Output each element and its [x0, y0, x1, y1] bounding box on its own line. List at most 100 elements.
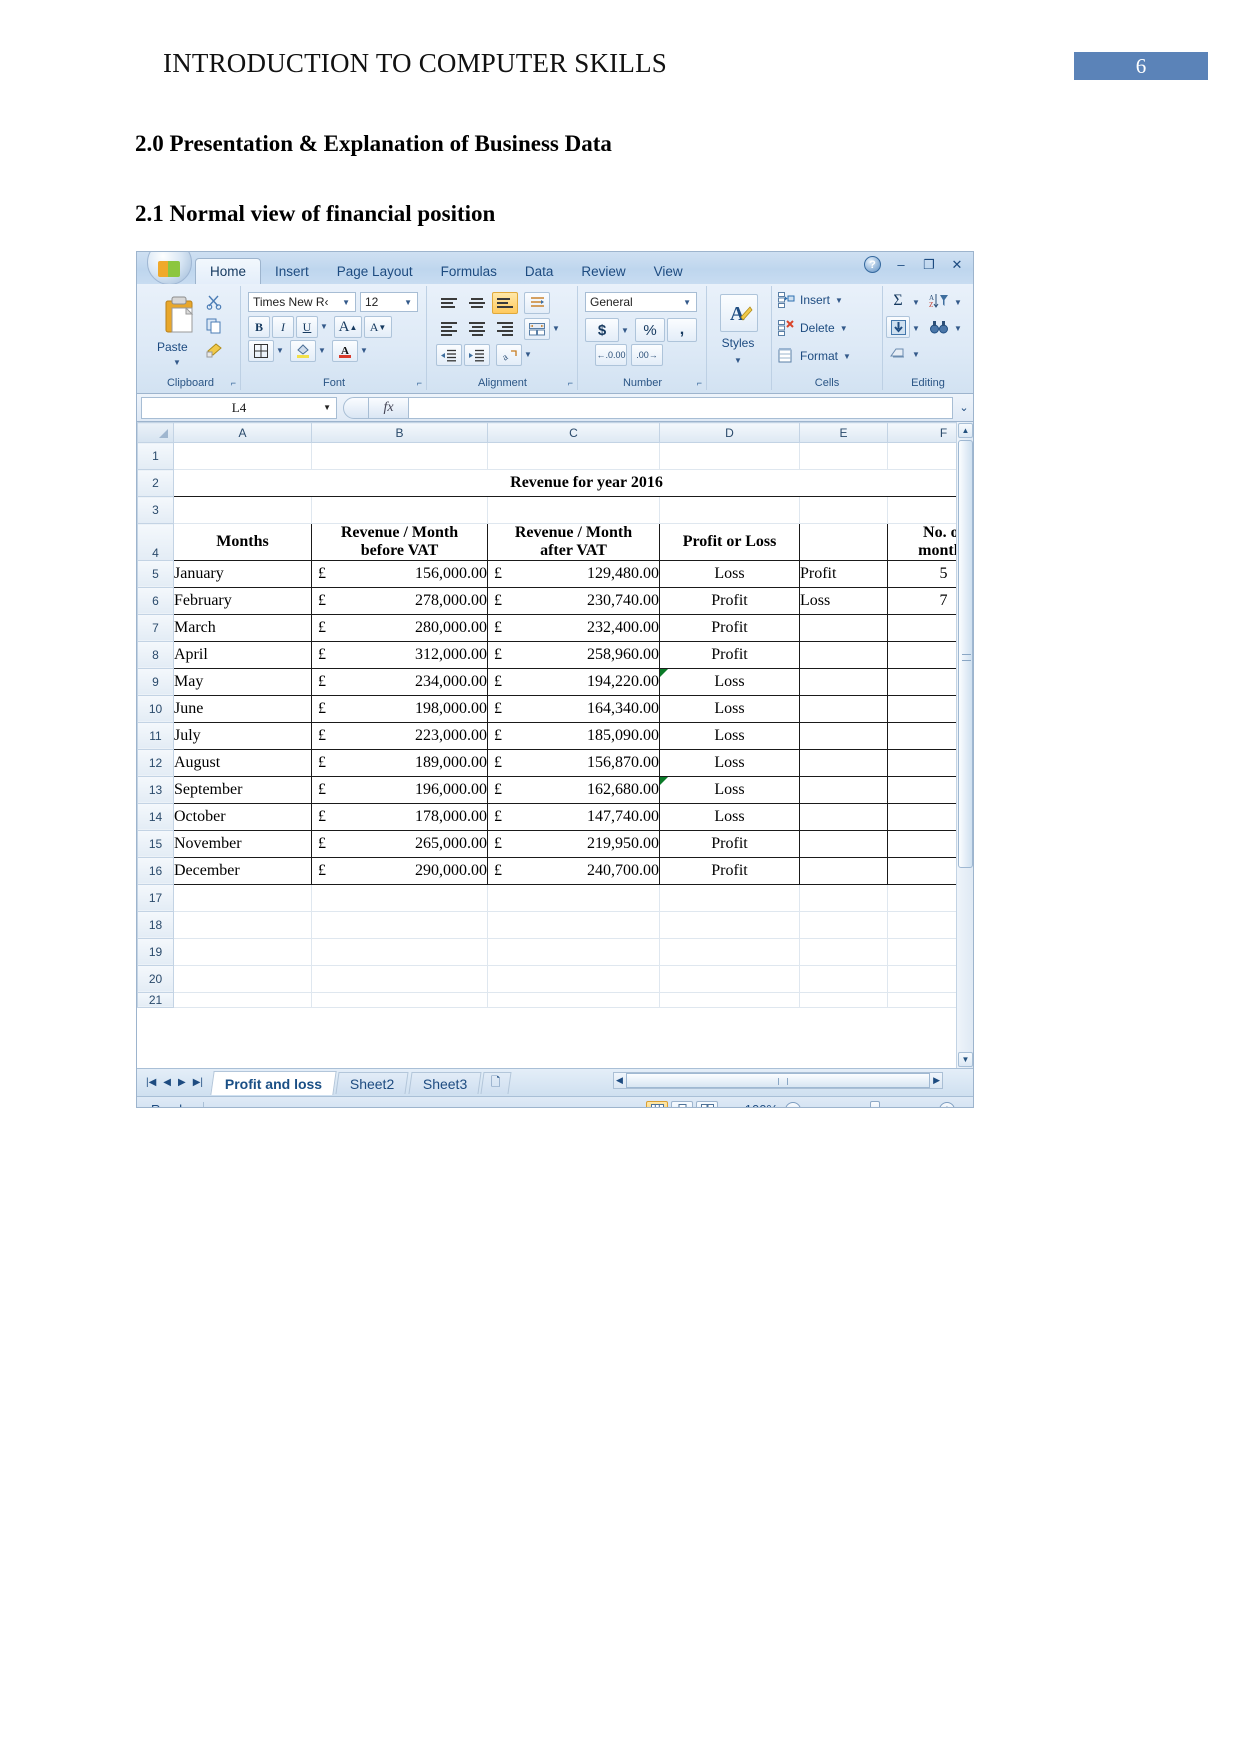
cell-e9[interactable]	[799, 667, 888, 696]
cell-a19[interactable]	[173, 938, 312, 966]
alignment-dialog-launcher-icon[interactable]: ⌐	[568, 378, 573, 388]
paste-label[interactable]: Paste	[157, 340, 188, 354]
cell-e20[interactable]	[799, 965, 888, 993]
expand-formula-bar-icon[interactable]: ⌄	[955, 401, 973, 414]
cell-a6-month[interactable]: February	[173, 586, 312, 615]
cell-b10-before[interactable]: £198,000.00	[311, 694, 488, 723]
borders-icon[interactable]	[248, 340, 274, 362]
cell-c4-after-vat[interactable]: Revenue / Month after VAT	[487, 523, 660, 561]
cell-d6-status[interactable]: Profit	[659, 586, 800, 615]
row-header-2[interactable]: 2	[137, 469, 174, 497]
row-header-8[interactable]: 8	[137, 640, 174, 669]
grow-font-button[interactable]: A ▲	[334, 316, 362, 338]
page-break-view-icon[interactable]	[696, 1100, 718, 1107]
cell-a8-month[interactable]: April	[173, 640, 312, 669]
cell-f7[interactable]	[887, 613, 956, 642]
cell-d4-profit-or-loss[interactable]: Profit or Loss	[659, 523, 800, 561]
cell-c11-after[interactable]: £185,090.00	[487, 721, 660, 750]
cell-f16[interactable]	[887, 856, 956, 885]
fill-color-chevron-down-icon[interactable]: ▼	[318, 346, 326, 355]
cell-d3[interactable]	[659, 496, 800, 524]
column-header-c[interactable]: C	[487, 422, 660, 443]
cell-c9-after[interactable]: £194,220.00	[487, 667, 660, 696]
cell-a16-month[interactable]: December	[173, 856, 312, 885]
font-name-combo[interactable]: Times New R‹ ▼	[248, 292, 356, 312]
cell-e11[interactable]	[799, 721, 888, 750]
row-header-11[interactable]: 11	[137, 721, 174, 750]
accounting-chevron-down-icon[interactable]: ▼	[621, 326, 629, 335]
cell-c8-after[interactable]: £258,960.00	[487, 640, 660, 669]
cell-e17[interactable]	[799, 884, 888, 912]
cell-c5-after[interactable]: £129,480.00	[487, 559, 660, 588]
cell-e1[interactable]	[799, 442, 888, 470]
cell-b9-before[interactable]: £234,000.00	[311, 667, 488, 696]
styles-label[interactable]: Styles	[708, 336, 768, 350]
formula-input[interactable]	[409, 396, 953, 419]
row-header-13[interactable]: 13	[137, 775, 174, 804]
zoom-in-button[interactable]: +	[939, 1101, 955, 1107]
cell-b8-before[interactable]: £312,000.00	[311, 640, 488, 669]
cell-d5-status[interactable]: Loss	[659, 559, 800, 588]
clear-chevron-down-icon[interactable]: ▼	[912, 350, 920, 359]
number-dialog-launcher-icon[interactable]: ⌐	[697, 378, 702, 388]
orientation-chevron-down-icon[interactable]: ▼	[524, 350, 532, 359]
accounting-format-button[interactable]: $	[585, 318, 619, 342]
cell-d14-status[interactable]: Loss	[659, 802, 800, 831]
help-icon[interactable]: ?	[864, 256, 881, 273]
cell-f15[interactable]	[887, 829, 956, 858]
format-cells-button[interactable]: Format ▼	[778, 348, 851, 364]
previous-sheet-icon[interactable]: ◀	[163, 1077, 171, 1088]
cell-c3[interactable]	[487, 496, 660, 524]
decrease-indent-icon[interactable]	[436, 344, 462, 366]
merge-cells-icon[interactable]	[524, 318, 550, 340]
format-painter-icon[interactable]	[203, 340, 225, 360]
row-header-17[interactable]: 17	[137, 883, 174, 912]
insert-function-icon[interactable]: fx	[369, 396, 409, 419]
cell-d11-status[interactable]: Loss	[659, 721, 800, 750]
clipboard-dialog-launcher-icon[interactable]: ⌐	[231, 378, 236, 388]
cell-e16[interactable]	[799, 856, 888, 885]
row-header-12[interactable]: 12	[137, 748, 174, 777]
cell-a11-month[interactable]: July	[173, 721, 312, 750]
cell-a15-month[interactable]: November	[173, 829, 312, 858]
cell-e10[interactable]	[799, 694, 888, 723]
cell-c20[interactable]	[487, 965, 660, 993]
cell-d18[interactable]	[659, 911, 800, 939]
cell-c7-after[interactable]: £232,400.00	[487, 613, 660, 642]
cell-f10[interactable]	[887, 694, 956, 723]
cell-d15-status[interactable]: Profit	[659, 829, 800, 858]
cell-c19[interactable]	[487, 938, 660, 966]
horizontal-scrollbar[interactable]: ◀ ▶	[613, 1072, 943, 1089]
cell-a10-month[interactable]: June	[173, 694, 312, 723]
cell-d7-status[interactable]: Profit	[659, 613, 800, 642]
cell-b21[interactable]	[311, 992, 488, 1008]
find-select-icon[interactable]	[926, 316, 952, 338]
cell-b5-before[interactable]: £156,000.00	[311, 559, 488, 588]
normal-view-icon[interactable]	[646, 1100, 668, 1107]
close-icon[interactable]: ✕	[949, 257, 965, 273]
cell-e14[interactable]	[799, 802, 888, 831]
vertical-scroll-thumb[interactable]	[958, 440, 973, 868]
font-name-chevron-down-icon[interactable]: ▼	[339, 298, 353, 307]
cell-e8[interactable]	[799, 640, 888, 669]
cell-a5-month[interactable]: January	[173, 559, 312, 588]
cell-f13[interactable]	[887, 775, 956, 804]
cell-b6-before[interactable]: £278,000.00	[311, 586, 488, 615]
cell-c13-after[interactable]: £162,680.00	[487, 775, 660, 804]
fill-color-icon[interactable]	[290, 340, 316, 362]
increase-decimal-icon[interactable]: ←.0.00	[595, 344, 627, 366]
cell-d8-status[interactable]: Profit	[659, 640, 800, 669]
row-header-15[interactable]: 15	[137, 829, 174, 858]
next-sheet-icon[interactable]: ▶	[178, 1077, 186, 1088]
cell-b15-before[interactable]: £265,000.00	[311, 829, 488, 858]
paste-chevron-down-icon[interactable]: ▼	[173, 358, 181, 367]
decrease-decimal-icon[interactable]: .00 →	[631, 344, 663, 366]
row-header-1[interactable]: 1	[137, 442, 174, 470]
autosum-chevron-down-icon[interactable]: ▼	[912, 298, 920, 307]
cell-c1[interactable]	[487, 442, 660, 470]
delete-chevron-down-icon[interactable]: ▼	[840, 324, 848, 333]
cell-d19[interactable]	[659, 938, 800, 966]
cell-f9[interactable]	[887, 667, 956, 696]
cell-f17[interactable]	[887, 884, 956, 912]
cell-e3[interactable]	[799, 496, 888, 524]
